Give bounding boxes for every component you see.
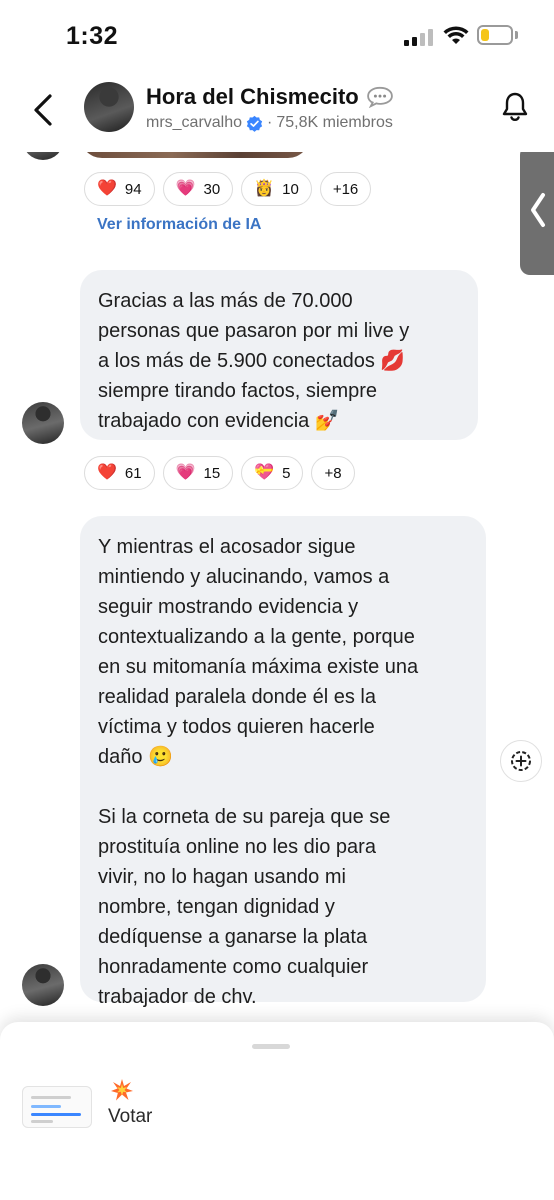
chevron-left-icon bbox=[531, 193, 545, 227]
red-heart-icon: ❤️ bbox=[97, 464, 117, 481]
channel-avatar[interactable] bbox=[84, 82, 134, 132]
battery-icon bbox=[477, 25, 513, 45]
ai-info-link[interactable]: Ver información de IA bbox=[97, 216, 261, 234]
boom-icon bbox=[111, 1079, 133, 1101]
message-bubble[interactable]: Gracias a las más de 70.000 personas que… bbox=[80, 270, 478, 440]
channel-title: Hora del Chismecito bbox=[146, 84, 359, 109]
reaction-princess[interactable]: 👸 10 bbox=[241, 172, 312, 206]
channel-members-count: 75,8K miembros bbox=[276, 114, 393, 131]
message-bubble[interactable]: Y mientras el acosador sigue mintiendo y… bbox=[80, 516, 486, 1008]
status-time: 1:32 bbox=[66, 22, 119, 50]
reaction-count: 30 bbox=[203, 180, 221, 198]
pink-heart-icon: 💗 bbox=[175, 464, 196, 481]
more-reactions-count: +8 bbox=[324, 464, 342, 482]
poll-thumbnail[interactable] bbox=[22, 1086, 92, 1128]
reaction-heart[interactable]: ❤️ 94 bbox=[84, 172, 155, 206]
battery-level bbox=[481, 29, 489, 41]
reaction-heart[interactable]: ❤️ 61 bbox=[84, 456, 155, 490]
subtitle-separator: · bbox=[267, 114, 273, 131]
back-button[interactable] bbox=[28, 90, 64, 130]
heart-gift-icon: 💝 bbox=[254, 464, 275, 481]
more-reactions-count: +16 bbox=[332, 180, 359, 198]
message-reactions: ❤️ 94 💗 30 👸 10 +16 bbox=[84, 172, 372, 206]
reaction-heart-gift[interactable]: 💝 5 bbox=[241, 456, 304, 490]
message-text: Gracias a las más de 70.000 personas que… bbox=[98, 290, 410, 432]
channel-header: Hora del Chismecito mrs_carvalho · 75,8K… bbox=[0, 72, 554, 152]
add-reaction-button[interactable] bbox=[500, 740, 542, 782]
reaction-pink-heart[interactable]: 💗 30 bbox=[162, 172, 234, 206]
sender-avatar[interactable] bbox=[22, 964, 64, 1006]
message-text-paragraph-2: Si la corneta de su pareja que se prosti… bbox=[98, 806, 391, 1008]
verified-badge-icon bbox=[246, 115, 263, 132]
wifi-icon bbox=[443, 26, 469, 44]
side-panel-handle[interactable] bbox=[520, 145, 554, 275]
reaction-count: 5 bbox=[282, 464, 291, 482]
cellular-signal-icon bbox=[404, 28, 434, 46]
sheet-drag-handle[interactable] bbox=[252, 1044, 290, 1049]
status-bar: 1:32 bbox=[0, 0, 554, 70]
red-heart-icon: ❤️ bbox=[97, 180, 117, 197]
channel-subtitle: mrs_carvalho · 75,8K miembros bbox=[146, 114, 393, 132]
message-reactions: ❤️ 61 💗 15 💝 5 +8 bbox=[84, 456, 355, 490]
reaction-count: 94 bbox=[124, 180, 142, 198]
sender-avatar[interactable] bbox=[22, 402, 64, 444]
channel-title-row[interactable]: Hora del Chismecito bbox=[146, 84, 395, 110]
notifications-bell-button[interactable] bbox=[500, 90, 530, 124]
more-reactions-button[interactable]: +16 bbox=[319, 172, 372, 206]
reaction-count: 10 bbox=[282, 180, 299, 198]
channel-username: mrs_carvalho bbox=[146, 114, 243, 131]
add-reaction-icon bbox=[511, 751, 531, 771]
reaction-count: 61 bbox=[124, 464, 142, 482]
princess-icon: 👸 bbox=[254, 180, 275, 197]
message-text-paragraph-1: Y mientras el acosador sigue mintiendo y… bbox=[98, 536, 419, 768]
more-reactions-button[interactable]: +8 bbox=[311, 456, 355, 490]
bottom-sheet: Votar bbox=[0, 1022, 554, 1200]
reaction-pink-heart[interactable]: 💗 15 bbox=[162, 456, 234, 490]
pink-heart-icon: 💗 bbox=[175, 180, 196, 197]
reaction-count: 15 bbox=[203, 464, 221, 482]
battery-cap bbox=[515, 31, 518, 39]
speech-bubble-icon bbox=[366, 86, 393, 108]
vote-button[interactable]: Votar bbox=[108, 1106, 152, 1128]
